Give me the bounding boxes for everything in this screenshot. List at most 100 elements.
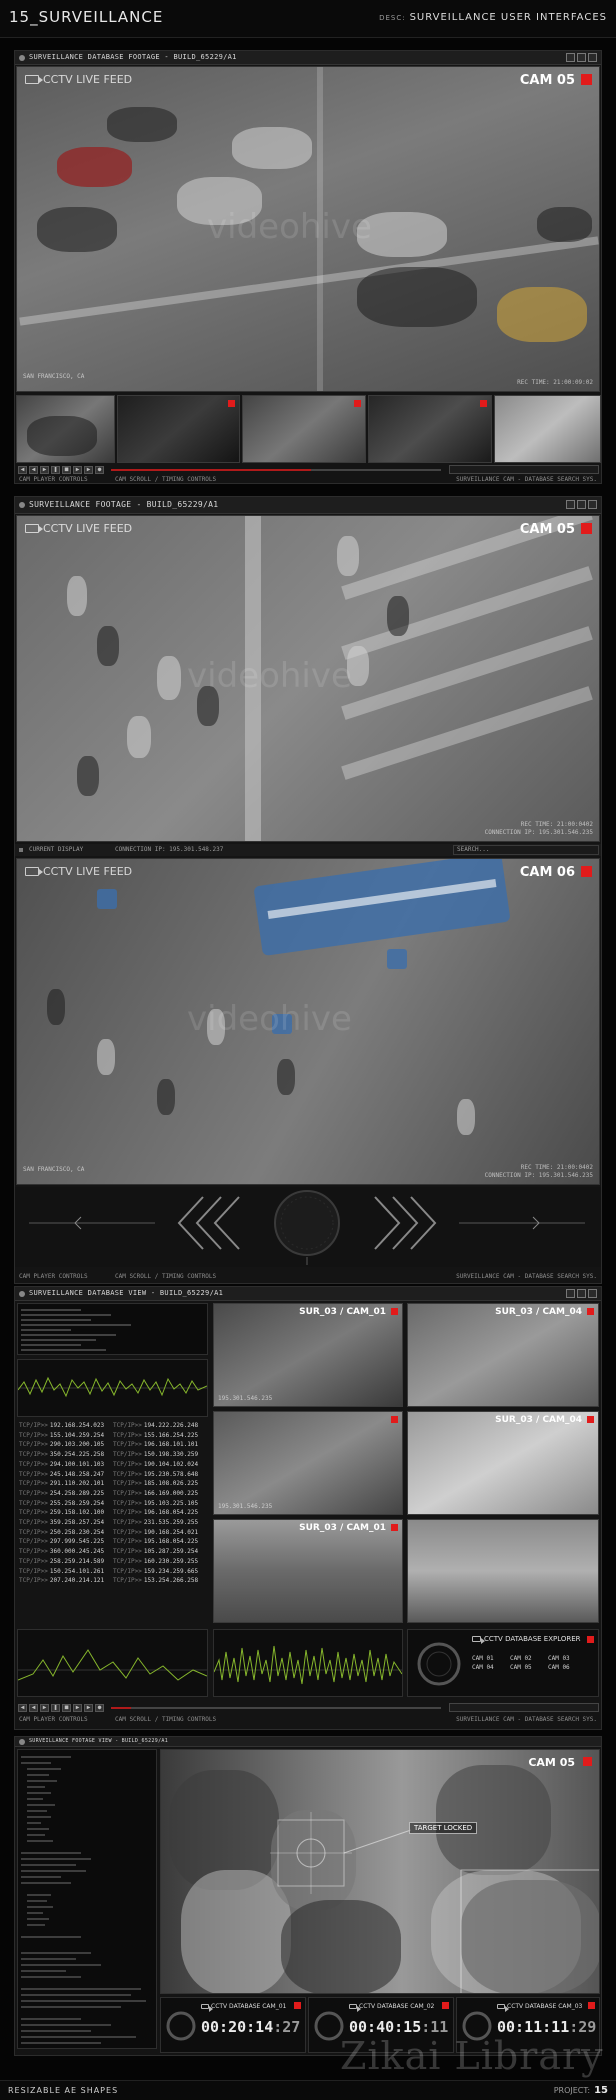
clip-label-text: CCTV DATABASE CAM_03 (507, 2003, 583, 2010)
panel3-titlebar[interactable]: SURVEILLANCE DATABASE VIEW - BUILD_65229… (15, 1287, 601, 1301)
grid-cam-ip: 195.301.546.235 (218, 1395, 273, 1402)
feed-label-text: CCTV LIVE FEED (43, 865, 133, 878)
grid-cam-ip: 195.301.546.235 (218, 1503, 273, 1510)
clip-time: 00:20:14 (201, 2018, 274, 2036)
explorer-cam-item[interactable]: CAM 03 (548, 1654, 586, 1663)
rewind-button[interactable]: ◀ (29, 466, 38, 474)
window-buttons (566, 53, 597, 62)
clip-1[interactable]: CCTV DATABASE CAM_01 00:20:14:27 (160, 1997, 306, 2053)
rec-time-text: REC TIME: 21:00:09:02 (517, 379, 593, 386)
panel2-titlebar[interactable]: SURVEILLANCE FOOTAGE - BUILD_65229/A1 (15, 497, 601, 514)
maximize-button[interactable] (577, 500, 586, 509)
rec-indicator-icon (587, 1416, 594, 1423)
pause-button[interactable]: ❚ (51, 1704, 60, 1712)
panel1-titlebar[interactable]: SURVEILLANCE DATABASE FOOTAGE - BUILD_65… (15, 51, 601, 65)
minimize-button[interactable] (566, 1289, 575, 1298)
search-input[interactable] (449, 465, 599, 474)
rewind-button[interactable]: ◀ (29, 1704, 38, 1712)
main-video-feed[interactable]: CCTV LIVE FEED CAM 05 videohive SAN FRAN… (16, 66, 600, 392)
minimize-button[interactable] (566, 53, 575, 62)
explorer-cam-item[interactable]: CAM 04 (472, 1663, 510, 1672)
search-input[interactable] (449, 1703, 599, 1712)
camera-icon (349, 2004, 361, 2012)
play-button[interactable]: ▶ (40, 466, 49, 474)
explorer-cam-item[interactable]: CAM 02 (510, 1654, 548, 1663)
close-button[interactable] (588, 1289, 597, 1298)
rec-indicator-icon (228, 400, 235, 407)
faces-video-feed[interactable]: TARGET LOCKED CAM 05 (160, 1749, 600, 1994)
ip-row: TCP/IP>> 195.103.225.105 (113, 1499, 199, 1507)
radar-icon (166, 2011, 196, 2041)
record-button[interactable]: ● (95, 466, 104, 474)
camera-icon (472, 1636, 485, 1644)
status-dot-icon (19, 1291, 25, 1297)
grid-cam-1[interactable]: SUR_03 / CAM_01 195.301.546.235 (213, 1303, 403, 1407)
thumbnail-5[interactable] (494, 395, 601, 463)
ip-row: TCP/IP>> 195.230.578.648 (113, 1470, 199, 1478)
panel1-title: SURVEILLANCE DATABASE FOOTAGE - BUILD_65… (29, 53, 237, 61)
grid-cam-6[interactable] (407, 1519, 599, 1623)
rec-indicator-icon (391, 1416, 398, 1423)
strip-mid-label: CAM SCROLL / TIMING CONTROLS (115, 1273, 217, 1280)
skip-forward-button[interactable]: ▶ (84, 1704, 93, 1712)
info-search-input[interactable]: SEARCH... (453, 845, 599, 855)
thumbnail-2[interactable] (117, 395, 240, 463)
grid-cam-label: SUR_03 / CAM_01 (299, 1523, 386, 1533)
watermark: videohive (187, 999, 352, 1039)
window-buttons (566, 500, 597, 509)
forward-button[interactable]: ▶ (73, 1704, 82, 1712)
code-lines (21, 1756, 146, 2044)
pause-button[interactable]: ❚ (51, 466, 60, 474)
rec-indicator-icon (391, 1308, 398, 1315)
signature-watermark: Zikai Library (340, 2034, 604, 2078)
crossing-video-feed[interactable]: CCTV LIVE FEED CAM 05 videohive REC TIME… (16, 515, 600, 842)
jog-wheel[interactable] (274, 1190, 340, 1256)
grid-cam-2[interactable]: SUR_03 / CAM_04 (407, 1303, 599, 1407)
timeline-scrubber[interactable] (111, 469, 441, 471)
project-number: 15 (594, 2085, 608, 2096)
maximize-button[interactable] (577, 53, 586, 62)
camera-icon (25, 75, 43, 84)
grid-cam-4[interactable]: SUR_03 / CAM_04 (407, 1411, 599, 1515)
thumbnail-1[interactable] (16, 395, 115, 463)
skip-back-button[interactable]: ◀ (18, 1704, 27, 1712)
rec-indicator-icon (442, 2002, 449, 2009)
clip-label: CCTV DATABASE CAM_01 (201, 2003, 286, 2012)
feed-label-text: CCTV LIVE FEED (43, 522, 133, 535)
status-dot-icon (19, 1739, 25, 1745)
explorer-cam-item[interactable]: CAM 01 (472, 1654, 510, 1663)
panel-footage-view: SURVEILLANCE FOOTAGE VIEW - BUILD_65229/… (14, 1736, 602, 2056)
grid-cam-3[interactable]: 195.301.546.235 (213, 1411, 403, 1515)
minimize-button[interactable] (566, 500, 575, 509)
rec-indicator-icon (480, 400, 487, 407)
record-button[interactable]: ● (95, 1704, 104, 1712)
cam-id: CAM 06 (519, 865, 575, 880)
rec-indicator-icon (581, 523, 592, 534)
explorer-cam-item[interactable]: CAM 05 (510, 1663, 548, 1672)
close-button[interactable] (588, 53, 597, 62)
maximize-button[interactable] (577, 1289, 586, 1298)
ip-row: TCP/IP>> 207.240.214.121 (19, 1577, 105, 1585)
panel2-title: SURVEILLANCE FOOTAGE - BUILD_65229/A1 (29, 500, 219, 509)
tram-video-feed[interactable]: CCTV LIVE FEED CAM 06 videohive SAN FRAN… (16, 858, 600, 1185)
stop-button[interactable]: ■ (62, 1704, 71, 1712)
forward-button[interactable]: ▶ (73, 466, 82, 474)
skip-back-button[interactable]: ◀ (18, 466, 27, 474)
close-button[interactable] (588, 500, 597, 509)
stop-button[interactable]: ■ (62, 466, 71, 474)
panel3-strip: CAM PLAYER CONTROLS CAM SCROLL / TIMING … (15, 1715, 601, 1724)
ip-row: TCP/IP>> 255.258.259.254 (19, 1499, 105, 1507)
page-title: 15_SURVEILLANCE (9, 8, 164, 26)
timeline-scrubber[interactable] (111, 1707, 441, 1709)
ip-row: TCP/IP>> 195.168.054.225 (113, 1538, 199, 1546)
ip-row: TCP/IP>> 350.254.225.258 (19, 1451, 105, 1459)
explorer-cam-item[interactable]: CAM 06 (548, 1663, 586, 1672)
ip-row: TCP/IP>> 160.230.259.255 (113, 1557, 199, 1565)
play-button[interactable]: ▶ (40, 1704, 49, 1712)
thumbnail-4[interactable] (368, 395, 492, 463)
grid-cam-5[interactable]: SUR_03 / CAM_01 (213, 1519, 403, 1623)
thumbnail-3[interactable] (242, 395, 366, 463)
panel-surveillance-footage: SURVEILLANCE FOOTAGE - BUILD_65229/A1 CC… (14, 496, 602, 1284)
panel4-titlebar[interactable]: SURVEILLANCE FOOTAGE VIEW - BUILD_65229/… (15, 1737, 601, 1747)
skip-forward-button[interactable]: ▶ (84, 466, 93, 474)
